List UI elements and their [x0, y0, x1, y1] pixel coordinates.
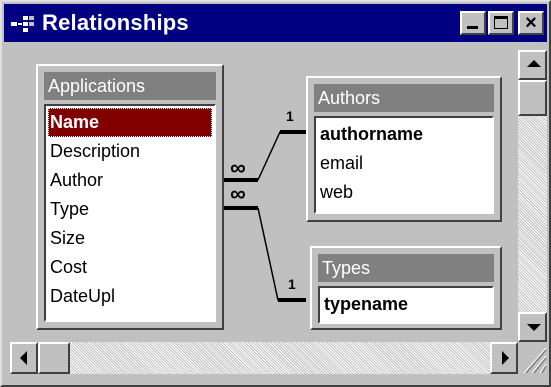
- one-label-types: 1: [288, 276, 296, 292]
- relationships-app-icon: [11, 16, 34, 32]
- table-authors[interactable]: Authors authorname email web: [306, 76, 502, 222]
- maximize-button[interactable]: [488, 11, 514, 35]
- field-cost[interactable]: Cost: [50, 253, 87, 282]
- scroll-down-button[interactable]: [518, 312, 547, 342]
- field-web[interactable]: web: [320, 178, 353, 207]
- field-name[interactable]: Name: [48, 108, 212, 137]
- arrow-down-icon: [527, 324, 541, 331]
- scroll-left-button[interactable]: [10, 342, 38, 374]
- horizontal-scrollbar[interactable]: [10, 342, 518, 374]
- close-icon: ×: [525, 12, 537, 34]
- field-typename[interactable]: typename: [324, 290, 408, 319]
- scroll-up-button[interactable]: [518, 50, 547, 80]
- field-email[interactable]: email: [320, 149, 363, 178]
- table-applications[interactable]: Applications Name Description Author Typ…: [36, 64, 224, 330]
- field-dateupl[interactable]: DateUpl: [50, 282, 115, 311]
- table-title-types[interactable]: Types: [318, 254, 494, 282]
- arrow-right-icon: [502, 351, 509, 365]
- relationships-canvas[interactable]: ∞ 1 ∞ 1 Applications Name Description Au…: [10, 50, 516, 342]
- many-label-authors: ∞: [230, 155, 246, 180]
- resize-grip-icon: [523, 347, 547, 374]
- maximize-icon: [494, 16, 508, 29]
- field-authorname[interactable]: authorname: [320, 120, 423, 149]
- title-bar[interactable]: Relationships ×: [4, 4, 547, 42]
- field-list-types[interactable]: typename: [318, 286, 494, 324]
- field-type[interactable]: Type: [50, 195, 89, 224]
- minimize-button[interactable]: [460, 11, 486, 35]
- arrow-left-icon: [20, 351, 27, 365]
- vertical-scroll-thumb[interactable]: [518, 80, 547, 116]
- field-list-applications[interactable]: Name Description Author Type Size Cost D…: [44, 104, 216, 322]
- field-size[interactable]: Size: [50, 224, 85, 253]
- vertical-scrollbar[interactable]: [518, 50, 547, 342]
- field-description[interactable]: Description: [50, 137, 140, 166]
- table-title-authors[interactable]: Authors: [314, 84, 494, 112]
- resize-grip[interactable]: [518, 342, 547, 374]
- arrow-up-icon: [527, 60, 541, 67]
- field-author[interactable]: Author: [50, 166, 103, 195]
- minimize-icon: [467, 26, 478, 29]
- horizontal-scroll-thumb[interactable]: [38, 342, 70, 374]
- one-label-authors: 1: [286, 108, 294, 124]
- scroll-right-button[interactable]: [490, 342, 518, 374]
- table-types[interactable]: Types typename: [310, 246, 502, 330]
- relationships-window: Relationships × ∞ 1 ∞ 1 Applications Nam…: [0, 0, 551, 387]
- close-button[interactable]: ×: [518, 11, 544, 35]
- field-list-authors[interactable]: authorname email web: [314, 116, 494, 214]
- window-title: Relationships: [42, 10, 189, 35]
- many-label-types: ∞: [230, 181, 246, 206]
- table-title-applications[interactable]: Applications: [44, 72, 216, 100]
